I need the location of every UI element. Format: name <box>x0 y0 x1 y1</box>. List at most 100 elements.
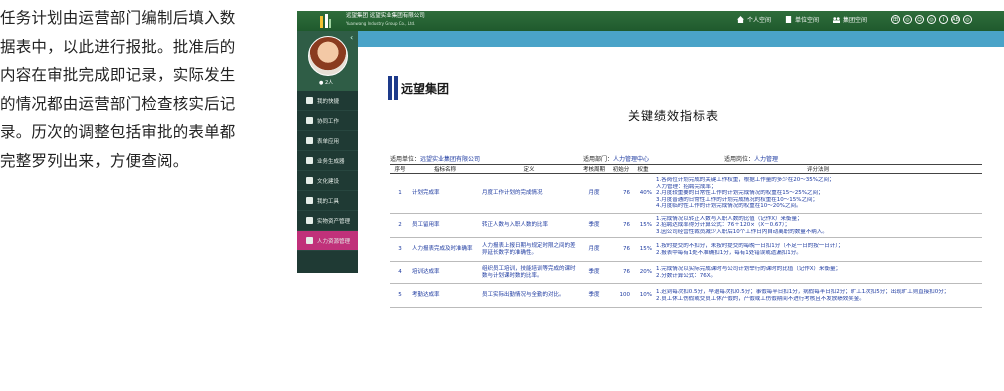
col-header: 评分法则 <box>654 164 982 174</box>
indicator-name: 计划完成率 <box>410 173 480 214</box>
content-header-bar <box>358 31 1004 47</box>
font-size-icon[interactable]: AB <box>951 15 960 24</box>
settings-icon[interactable]: ◎ <box>903 15 912 24</box>
indicator-name: 培训达成率 <box>410 261 480 284</box>
brand-name-en: Yuanwang Industry Group Co., Ltd. <box>346 21 416 26</box>
rule-line: 1.按时提交的不扣分，未按时提交的每晚一日扣1分（不足一日的按一日计）； <box>656 242 844 249</box>
top-bar: 远望集团 远望实业集团有限公司 Yuanwang Industry Group … <box>297 11 1004 31</box>
table-row: 2 员工留用率 转正人数与入职人数的比率 季度 76 15% 1.完成情况以转正人数与入职人… <box>390 213 982 238</box>
indicator-definition: 组织员工培训，技能培训等完成的课时数与计划课时数的比率。 <box>480 261 578 284</box>
indicator-definition: 月度工作计划的完成情况 <box>480 173 578 214</box>
app-screenshot: 远望集团 远望实业集团有限公司 Yuanwang Industry Group … <box>297 11 1004 308</box>
col-header: 初始分 <box>610 164 632 174</box>
weight: 40% <box>632 173 654 214</box>
rule-line: 1.各岗位计划完成的关键工作权重，根据工作量的多少在20～35%之间； <box>656 177 835 184</box>
nav-label: 个人空间 <box>747 17 772 24</box>
info-icon[interactable]: i <box>939 15 948 24</box>
row-number: 3 <box>390 237 410 262</box>
document-view: 远望集团 关键绩效指标表 适用单位：远望实业集团有限公司 适用部门：人力管理中心… <box>358 47 1004 308</box>
nav-group-space[interactable]: 集团空间 <box>833 15 867 24</box>
rule-line: 2.月度较重要的日常性工作的计划完成情况的权重在15～25%之间； <box>656 190 824 197</box>
indicator-definition: 转正人数与入职人数的比率 <box>480 213 578 238</box>
indicator-definition: 员工实际出勤情况与全勤的对比。 <box>480 283 578 308</box>
indicator-name: 考勤达成率 <box>410 283 480 308</box>
plus-circle-icon <box>306 97 313 104</box>
review-cycle: 月度 <box>578 173 610 214</box>
nav-personal-space[interactable]: 个人空间 <box>737 15 771 24</box>
sidebar-item-label: 我的快捷 <box>317 98 340 105</box>
document-title: 关键绩效指标表 <box>628 109 720 123</box>
company-logo-icon <box>320 14 331 28</box>
power-icon[interactable]: ◎ <box>963 15 972 24</box>
rule-line: 2.招聘达成率得分计算公式：76＋120×（X－0.67）； <box>656 222 791 229</box>
initial-score: 76 <box>610 173 632 214</box>
sidebar-item-shortcuts[interactable]: 我的快捷 <box>297 91 358 111</box>
top-nav: 个人空间 单位空间 集团空间 <box>737 15 867 24</box>
grid-icon[interactable]: 田 <box>891 15 900 24</box>
house-icon <box>306 157 313 164</box>
online-status: ● 2人 <box>319 80 334 86</box>
table-row: 1 计划完成率 月度工作计划的完成情况 月度 76 40% 1.各岗位计划完成的关键工作权重… <box>390 173 982 214</box>
table-row: 5 考勤达成率 员工实际出勤情况与全勤的对比。 季度 100 10% 1.迟到每次扣0.5分… <box>390 283 982 308</box>
initial-score: 76 <box>610 213 632 238</box>
toolbox-icon <box>306 197 313 204</box>
initial-score: 100 <box>610 283 632 308</box>
form-icon <box>306 137 313 144</box>
people-icon <box>306 117 313 124</box>
rule-line: 人力管理：招聘完成率； <box>656 183 717 190</box>
review-cycle: 季度 <box>578 213 610 238</box>
kpi-table-body: 1 计划完成率 月度工作计划的完成情况 月度 76 40% 1.各岗位计划完成的关键工作权重… <box>390 173 982 308</box>
row-number: 4 <box>390 261 410 284</box>
col-header: 定义 <box>480 164 578 174</box>
refresh-icon[interactable]: ◎ <box>927 15 936 24</box>
brand-block: 远望集团 远望实业集团有限公司 Yuanwang Industry Group … <box>346 13 425 27</box>
col-header: 权重 <box>632 164 654 174</box>
unit-value: 远望实业集团有限公司 <box>420 156 481 163</box>
initial-score: 76 <box>610 261 632 284</box>
table-row: 3 人力报表完成及时准确率 人力报表上报日期与规定时限之间的差异延长数字的准确性。月… <box>390 237 982 262</box>
table-header-row: 序号 指标名称 定义 考核周期 初始分 权重 评分法则 <box>390 164 982 174</box>
sidebar-item-culture[interactable]: 文化建设 <box>297 171 358 191</box>
sidebar-item-label: 协同工作 <box>317 118 340 125</box>
sidebar-item-label: 业务生成器 <box>317 158 345 165</box>
collapse-icon[interactable]: ‹ <box>350 33 353 42</box>
kpi-table: 序号 指标名称 定义 考核周期 初始分 权重 评分法则 1 计划完成率 月度工作计划… <box>390 164 982 308</box>
sidebar-item-collaboration[interactable]: 协同工作 <box>297 111 358 131</box>
sidebar-item-label: 我的工具 <box>317 198 340 205</box>
rule-line: 2.员工休工伤假或交员工休产假的，产假或工伤假期间不进行考核且不发放绩效奖金。 <box>656 295 865 302</box>
brand-name: 远望集团 远望实业集团有限公司 <box>346 13 425 19</box>
weight: 15% <box>632 213 654 238</box>
rule-line: 2.分数计算公式：76X。 <box>656 272 717 279</box>
review-cycle: 季度 <box>578 283 610 308</box>
intro-text: 任务计划由运营部门编制后填入数据表中，以此进行报批。批准后的内容在审批完成即记录… <box>0 9 236 170</box>
initial-score: 76 <box>610 237 632 262</box>
sidebar-item-label: 人力资源管理 <box>317 238 351 245</box>
sidebar-item-business-builder[interactable]: 业务生成器 <box>297 151 358 171</box>
col-header: 考核周期 <box>578 164 610 174</box>
sidebar-item-hr[interactable]: 人力资源管理 <box>297 231 358 251</box>
building-icon <box>785 16 792 23</box>
rule-line: 4.月度临时性工作的计划完成情况的权重在10～20%之间。 <box>656 203 802 210</box>
rule-line: 3.因公司经营性裁员减少入职后10个工作日内自动离职的数量不纳入。 <box>656 228 828 235</box>
unit-label: 适用单位： <box>390 156 421 163</box>
weight: 10% <box>632 283 654 308</box>
weight: 15% <box>632 237 654 262</box>
sidebar-item-label: 实物资产管理 <box>317 218 351 225</box>
rule-line: 1.完成情况以实际完成课时与公司计划举行的课时的比值（记作X）来衡量； <box>656 265 842 272</box>
asset-icon <box>306 217 313 224</box>
rule-line: 1.完成情况以转正人数与入职人数的比值（记作X）来衡量； <box>656 215 803 222</box>
sidebar-item-assets[interactable]: 实物资产管理 <box>297 211 358 231</box>
weight: 20% <box>632 261 654 284</box>
smile-icon[interactable]: ☺ <box>915 15 924 24</box>
avatar[interactable] <box>308 36 348 76</box>
sidebar-item-label: 文化建设 <box>317 178 340 185</box>
sidebar-item-tools[interactable]: 我的工具 <box>297 191 358 211</box>
nav-label: 集团空间 <box>843 17 868 24</box>
col-header: 指标名称 <box>410 164 480 174</box>
logo-mark-icon <box>388 76 398 100</box>
nav-unit-space[interactable]: 单位空间 <box>785 15 819 24</box>
scoring-rules: 1.完成情况以实际完成课时与公司计划举行的课时的比值（记作X）来衡量； 2.分数计… <box>654 261 982 284</box>
sidebar-item-forms[interactable]: 表单应用 <box>297 131 358 151</box>
nav-label: 单位空间 <box>795 17 820 24</box>
toolbar-circles: 田 ◎ ☺ ◎ i AB ◎ <box>891 15 972 24</box>
